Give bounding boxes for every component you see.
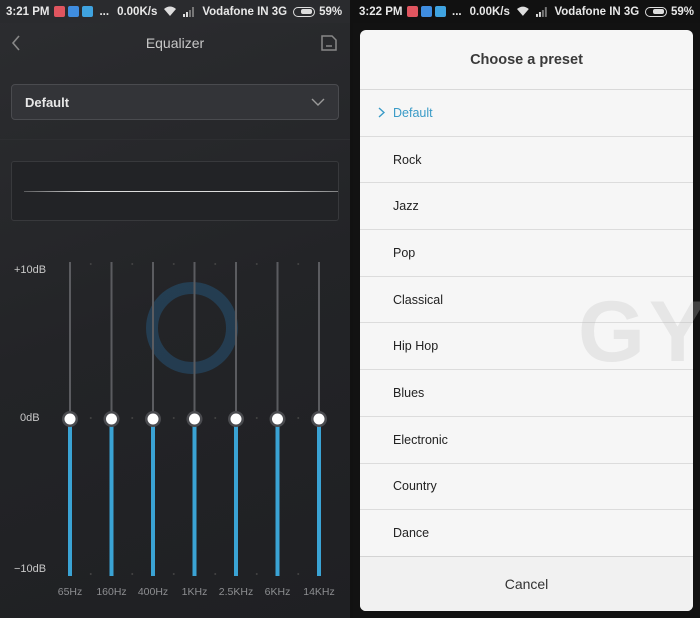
preset-option-label: Jazz: [393, 199, 419, 214]
band-frequency-label: 65Hz: [57, 586, 83, 598]
chevron-right-icon: [378, 107, 385, 118]
slider-knob[interactable]: [106, 413, 117, 425]
preset-option[interactable]: Electronic: [360, 417, 693, 464]
preset-option[interactable]: Classical: [360, 277, 693, 324]
preset-option[interactable]: Country: [360, 464, 693, 511]
grid-dot: [297, 573, 300, 575]
grid-dot: [255, 573, 258, 575]
grid-dot: [89, 263, 92, 265]
grid-dot: [172, 263, 175, 265]
grid-dot: [297, 263, 300, 265]
grid-dot: [172, 573, 175, 575]
slider-knob[interactable]: [189, 413, 200, 425]
messenger-icon: [421, 6, 433, 17]
preset-option[interactable]: Default: [360, 90, 693, 137]
grid-dot: [255, 417, 258, 419]
band-frequency-label: 6KHz: [264, 586, 291, 598]
grid-dot: [214, 417, 217, 419]
band-frequency-label: 2.5KHz: [218, 586, 254, 598]
carrier-name: Vodafone IN 3G: [554, 5, 640, 18]
app-notification-icon: [407, 6, 419, 17]
slider-knob[interactable]: [230, 413, 242, 425]
grid-dot: [89, 573, 92, 575]
band-frequency-label: 14KHz: [303, 586, 335, 598]
preset-option-label: Blues: [393, 385, 425, 400]
slider-knob[interactable]: [147, 413, 159, 425]
grid-dot: [214, 573, 217, 575]
preset-option-label: Pop: [393, 245, 416, 260]
preset-option[interactable]: Jazz: [360, 183, 693, 231]
battery-level: 59%: [670, 5, 694, 18]
preset-option-label: Rock: [393, 152, 422, 167]
slider-knob[interactable]: [64, 413, 76, 425]
preset-option[interactable]: Hip Hop: [360, 323, 693, 371]
grid-dot: [89, 417, 92, 419]
battery-icon: [645, 6, 667, 17]
grid-dot: [131, 263, 134, 265]
preset-option-label: Default: [393, 105, 433, 120]
grid-dot: [255, 263, 258, 265]
grid-dot: [131, 573, 134, 575]
slider-knob[interactable]: [313, 413, 325, 425]
preset-option-label: Country: [393, 479, 437, 494]
status-time: 3:22 PM: [359, 5, 403, 18]
preset-option-label: Dance: [393, 526, 430, 541]
preset-option[interactable]: Blues: [360, 370, 693, 417]
twitter-icon: [435, 6, 446, 17]
cancel-button[interactable]: Cancel: [360, 556, 693, 611]
status-bar: 3:22 PM ... 0.00K/s Vodafone IN 3G 59%: [353, 0, 700, 23]
preset-option-label: Classical: [393, 292, 444, 307]
band-frequency-label: 160Hz: [96, 586, 127, 598]
equalizer-screen: 3:21 PM ... 0.00K/s Vodafone IN 3G 59% E…: [0, 0, 350, 618]
grid-dot: [131, 417, 134, 419]
wifi-icon: [516, 6, 529, 16]
signal-icon: [535, 6, 547, 17]
more-notifications: ...: [452, 5, 462, 18]
preset-dialog: Choose a preset Default Rock Jazz Pop Classi…: [360, 30, 693, 611]
grid-dot: [172, 417, 175, 419]
grid-dot: [297, 417, 300, 419]
dialog-title: Choose a preset: [360, 30, 693, 90]
equalizer-sliders: [62, 262, 327, 576]
band-frequency-label: 1KHz: [181, 586, 208, 598]
preset-option[interactable]: Pop: [360, 230, 693, 277]
preset-option[interactable]: Rock: [360, 137, 693, 184]
preset-option[interactable]: Dance: [360, 510, 693, 557]
preset-option-label: Electronic: [393, 432, 448, 447]
slider-knob[interactable]: [272, 413, 283, 425]
band-frequency-label: 400Hz: [137, 586, 169, 598]
preset-chooser-screen: 3:22 PM ... 0.00K/s Vodafone IN 3G 59% C…: [353, 0, 700, 618]
network-speed: 0.00K/s: [469, 5, 510, 18]
preset-option-label: Hip Hop: [393, 339, 439, 354]
grid-dot: [214, 263, 217, 265]
